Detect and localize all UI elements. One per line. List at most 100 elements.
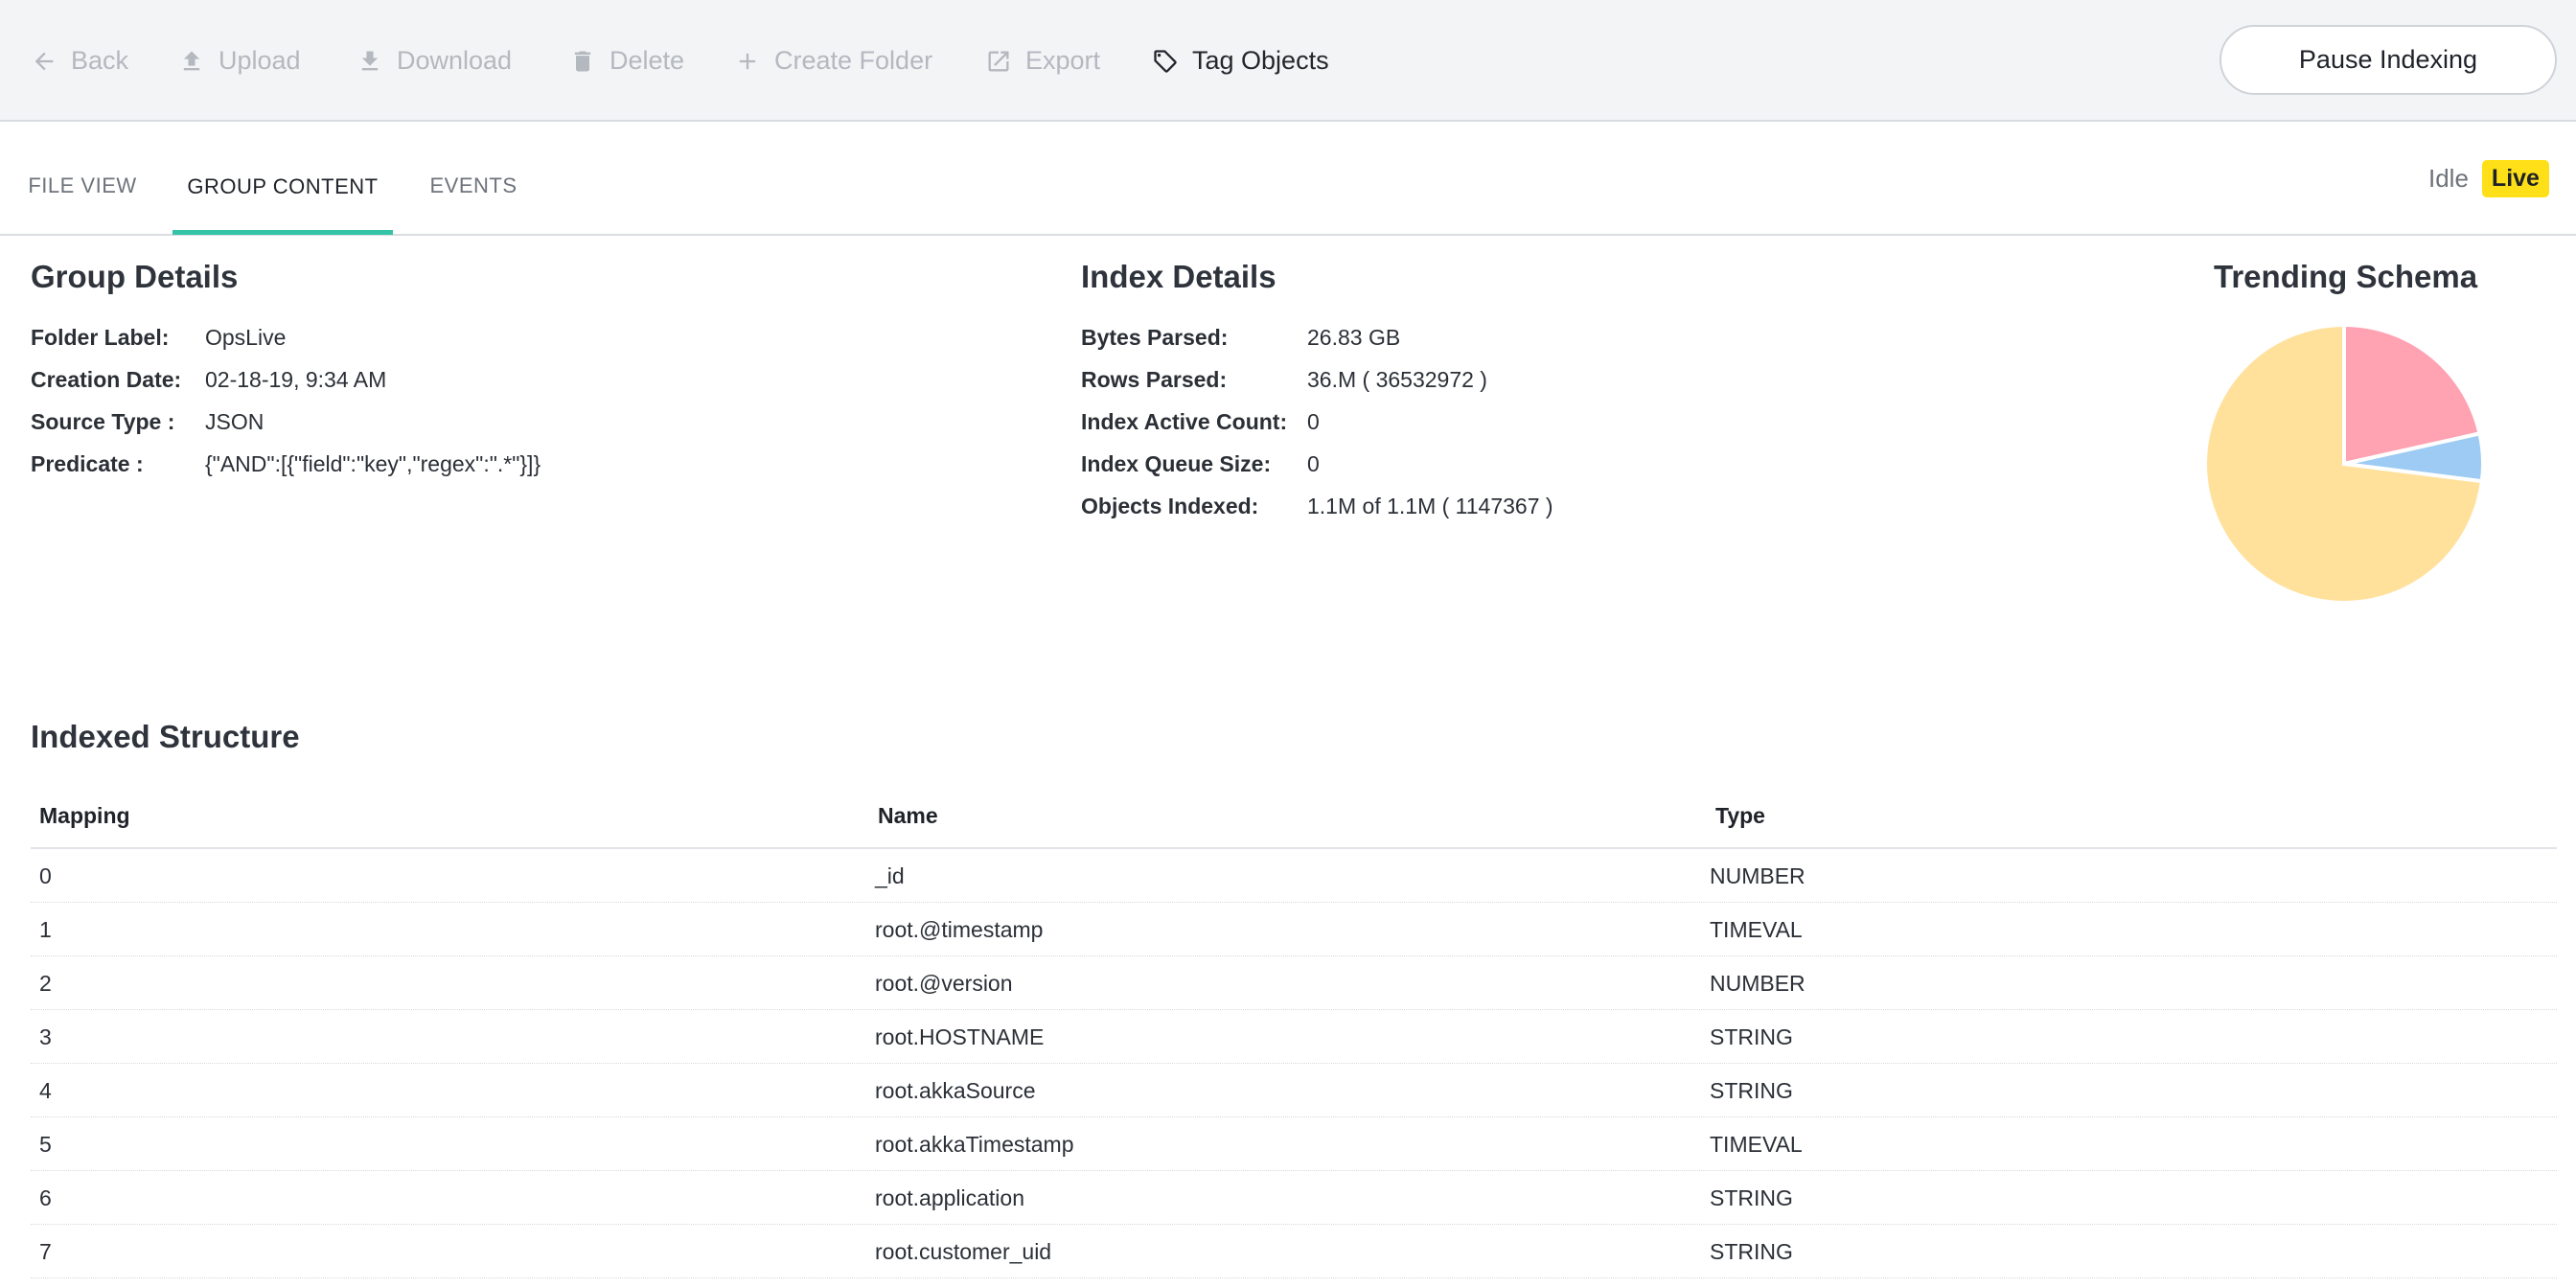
- name-cell: root.@timestamp: [875, 916, 1044, 942]
- name-cell: root.akkaTimestamp: [875, 1131, 1074, 1157]
- plus-icon: [739, 53, 756, 69]
- pause-indexing-label: Pause Indexing: [2298, 45, 2478, 74]
- field-key: Index Queue Size:: [1081, 451, 1272, 476]
- field-value: {"AND":[{"field":"key","regex":".*"}]}: [205, 451, 541, 476]
- status-text: Idle: [2428, 164, 2469, 193]
- arrow-left-icon: [34, 52, 54, 70]
- table-row[interactable]: 5 root.akkaTimestamp TIMEVAL: [31, 1117, 2557, 1171]
- mapping-cell: 1: [39, 916, 52, 942]
- indexed-structure-title: Indexed Structure: [31, 719, 300, 754]
- table-row[interactable]: 4 root.akkaSource STRING: [31, 1064, 2557, 1117]
- name-cell: root.HOSTNAME: [875, 1024, 1045, 1049]
- tag-icon: [1154, 49, 1177, 73]
- creation-date-row: Creation Date: 02-18-19, 9:34 AM: [31, 367, 386, 393]
- bytes-parsed-row: Bytes Parsed: 26.83 GB: [1081, 325, 1400, 351]
- upload-icon: [183, 51, 200, 70]
- mapping-cell: 4: [39, 1077, 52, 1103]
- delete-button[interactable]: Delete: [569, 0, 684, 122]
- upload-label: Upload: [218, 46, 301, 75]
- rows-parsed-row: Rows Parsed: 36.M ( 36532972 ): [1081, 367, 1487, 393]
- table-header: Mapping Name Type: [31, 782, 2557, 849]
- download-label: Download: [397, 46, 513, 75]
- table-row[interactable]: 6 root.application STRING: [31, 1171, 2557, 1225]
- export-button[interactable]: Export: [985, 0, 1100, 122]
- field-value: 1.1M of 1.1M ( 1147367 ): [1307, 494, 1553, 518]
- column-header-mapping: Mapping: [39, 802, 130, 828]
- source-type-row: Source Type : JSON: [31, 409, 264, 435]
- mapping-cell: 3: [39, 1024, 52, 1049]
- table-row[interactable]: 7 root.customer_uid STRING: [31, 1225, 2557, 1278]
- field-value: 02-18-19, 9:34 AM: [205, 367, 387, 392]
- name-cell: _id: [875, 862, 905, 888]
- tab-group-content[interactable]: GROUP CONTENT: [172, 124, 393, 235]
- download-button[interactable]: Download: [356, 0, 512, 122]
- objects-indexed-row: Objects Indexed: 1.1M of 1.1M ( 1147367 …: [1081, 494, 1553, 519]
- tag-objects-label: Tag Objects: [1192, 46, 1329, 75]
- name-cell: root.@version: [875, 970, 1013, 996]
- table-row[interactable]: 3 root.HOSTNAME STRING: [31, 1010, 2557, 1064]
- export-icon: [988, 51, 1009, 71]
- create-folder-label: Create Folder: [774, 46, 933, 75]
- field-key: Creation Date:: [31, 367, 182, 392]
- create-folder-button[interactable]: Create Folder: [734, 0, 932, 122]
- tab-label: EVENTS: [429, 172, 518, 197]
- field-key: Objects Indexed:: [1081, 494, 1259, 518]
- index-active-count-row: Index Active Count: 0: [1081, 409, 1320, 435]
- trash-icon: [574, 51, 591, 71]
- type-cell: NUMBER: [1710, 862, 1806, 888]
- pause-indexing-button[interactable]: Pause Indexing: [2220, 25, 2557, 95]
- name-cell: root.application: [875, 1184, 1024, 1210]
- trending-schema-title: Trending Schema: [2214, 259, 2478, 294]
- mapping-cell: 5: [39, 1131, 52, 1157]
- export-label: Export: [1025, 46, 1101, 75]
- tab-label: GROUP CONTENT: [187, 173, 379, 198]
- column-header-type: Type: [1715, 802, 1765, 828]
- field-value: OpsLive: [205, 325, 287, 350]
- live-badge: Live: [2481, 160, 2549, 197]
- name-cell: root.akkaSource: [875, 1077, 1036, 1103]
- table-body: 0 _id NUMBER 1 root.@timestamp TIMEVAL 2 root.@…: [31, 849, 2557, 1278]
- tab-events[interactable]: EVENTS: [427, 124, 519, 234]
- type-cell: NUMBER: [1710, 970, 1806, 996]
- column-header-name: Name: [878, 802, 938, 828]
- tag-objects-button[interactable]: Tag Objects: [1152, 0, 1329, 122]
- type-cell: TIMEVAL: [1710, 916, 1803, 942]
- type-cell: STRING: [1710, 1024, 1793, 1049]
- index-details-title: Index Details: [1081, 259, 1276, 294]
- field-key: Index Active Count:: [1081, 409, 1288, 434]
- type-cell: STRING: [1710, 1184, 1793, 1210]
- back-button[interactable]: Back: [31, 0, 128, 122]
- type-cell: TIMEVAL: [1710, 1131, 1803, 1157]
- predicate-row: Predicate : {"AND":[{"field":"key","rege…: [31, 451, 540, 477]
- tab-label: FILE VIEW: [28, 172, 137, 197]
- field-value: JSON: [205, 409, 264, 434]
- toolbar: Back Upload Download Delete Create Folde…: [0, 0, 2576, 122]
- field-key: Predicate :: [31, 451, 144, 476]
- table-row[interactable]: 2 root.@version NUMBER: [31, 956, 2557, 1010]
- trending-schema-pie-chart: [2203, 322, 2485, 605]
- type-cell: STRING: [1710, 1238, 1793, 1264]
- mapping-cell: 6: [39, 1184, 52, 1210]
- field-value: 0: [1307, 451, 1320, 476]
- mapping-cell: 2: [39, 970, 52, 996]
- download-icon: [361, 51, 379, 70]
- indexed-structure-table: Mapping Name Type 0 _id NUMBER 1 root.@times…: [31, 782, 2557, 1278]
- back-label: Back: [71, 46, 129, 75]
- table-row[interactable]: 1 root.@timestamp TIMEVAL: [31, 903, 2557, 956]
- field-key: Source Type :: [31, 409, 175, 434]
- type-cell: STRING: [1710, 1077, 1793, 1103]
- field-key: Bytes Parsed:: [1081, 325, 1229, 350]
- field-value: 26.83 GB: [1307, 325, 1401, 350]
- index-queue-size-row: Index Queue Size: 0: [1081, 451, 1320, 477]
- table-row[interactable]: 0 _id NUMBER: [31, 849, 2557, 903]
- group-details-title: Group Details: [31, 259, 239, 294]
- field-value: 0: [1307, 409, 1320, 434]
- upload-button[interactable]: Upload: [178, 0, 301, 122]
- field-value: 36.M ( 36532972 ): [1307, 367, 1487, 392]
- name-cell: root.customer_uid: [875, 1238, 1052, 1264]
- tab-file-view[interactable]: FILE VIEW: [25, 124, 140, 234]
- field-key: Rows Parsed:: [1081, 367, 1228, 392]
- indexing-status: Idle Live: [2428, 160, 2549, 197]
- folder-label-row: Folder Label: OpsLive: [31, 325, 286, 351]
- mapping-cell: 0: [39, 862, 52, 888]
